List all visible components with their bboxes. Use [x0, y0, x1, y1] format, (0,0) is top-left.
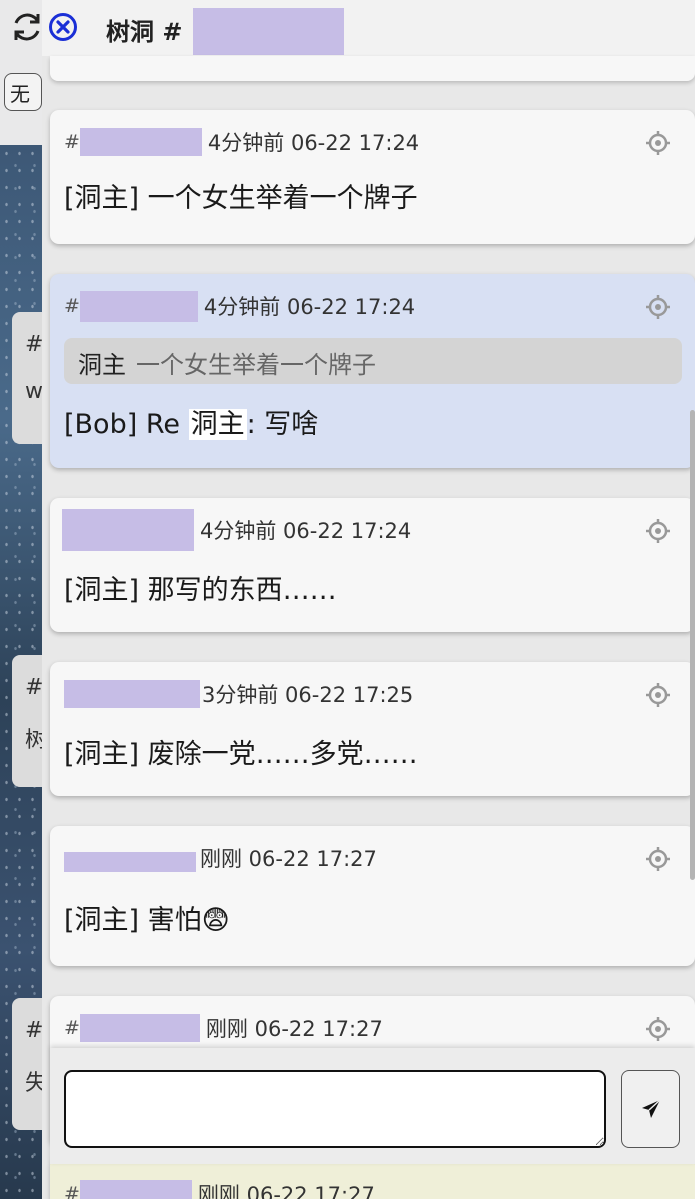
redaction-block: [64, 852, 196, 872]
reply-hash: #: [64, 131, 80, 153]
reply-time: 4分钟前 06-22 17:24: [203, 295, 416, 319]
reply-card[interactable]: 4分钟前 06-22 17:24 [洞主] 那写的东西……: [50, 498, 695, 632]
reply-card-highlighted[interactable]: # 4分钟前 06-22 17:24 洞主 一个女生举着一个牌子 [Bob] Re…: [50, 274, 695, 468]
reply-composer: [50, 1048, 695, 1164]
locate-icon[interactable]: [645, 130, 671, 156]
reply-text: [洞主] 害怕😨: [64, 905, 230, 936]
reply-meta: # 刚刚 06-22 17:27: [64, 1178, 664, 1199]
filter-chip[interactable]: 无: [4, 73, 42, 111]
redaction-block: [79, 1014, 200, 1042]
reply-hash: #: [64, 295, 80, 317]
reply-meta: # 4分钟前 06-22 17:24: [64, 126, 664, 158]
reply-text-suffix: : 写啥: [246, 409, 319, 440]
send-icon: [641, 1099, 661, 1118]
redaction-block: [79, 1180, 192, 1199]
quote-author: 洞主: [78, 351, 126, 379]
quote-text: 一个女生举着一个牌子: [136, 351, 376, 379]
reply-mention[interactable]: 洞主: [188, 409, 247, 440]
reply-meta: # 刚刚 06-22 17:27: [64, 1012, 664, 1044]
reply-text: [洞主] 一个女生举着一个牌子: [64, 183, 418, 214]
locate-icon[interactable]: [645, 1016, 671, 1042]
reply-card[interactable]: # 4分钟前 06-22 17:24 [洞主] 一个女生举着一个牌子: [50, 110, 695, 244]
reply-meta: 3分钟前 06-22 17:25: [64, 678, 664, 710]
reply-text: [洞主] 废除一党……多党……: [64, 739, 418, 770]
reply-card[interactable]: 3分钟前 06-22 17:25 [洞主] 废除一党……多党……: [50, 662, 695, 796]
quoted-reply[interactable]: 洞主 一个女生举着一个牌子: [64, 338, 682, 384]
reply-time: 刚刚 06-22 17:27: [200, 847, 377, 871]
redaction-block: [79, 128, 202, 156]
dialog-header: 树洞 #: [42, 0, 695, 56]
redaction-block: [193, 8, 344, 55]
redaction-block: [64, 680, 200, 708]
locate-icon[interactable]: [645, 682, 671, 708]
reply-time: 4分钟前 06-22 17:24: [207, 131, 420, 155]
reply-time: 刚刚 06-22 17:27: [205, 1017, 383, 1041]
previous-card[interactable]: [50, 56, 695, 81]
reply-text-prefix: [Bob] Re: [64, 409, 189, 440]
redaction-block: [79, 290, 198, 322]
reply-time: 3分钟前 06-22 17:25: [202, 683, 414, 707]
reply-meta: 刚刚 06-22 17:27: [64, 842, 664, 874]
close-icon[interactable]: [48, 12, 78, 42]
reply-hash: #: [64, 1017, 80, 1039]
reply-time: 刚刚 06-22 17:27: [197, 1183, 375, 1199]
locate-icon[interactable]: [645, 518, 671, 544]
reply-meta: 4分钟前 06-22 17:24: [62, 509, 664, 551]
reply-text: [洞主] 那写的东西……: [64, 575, 337, 606]
send-button[interactable]: [621, 1070, 680, 1148]
refresh-icon[interactable]: [10, 10, 44, 44]
dialog-title: 树洞 #: [106, 18, 183, 46]
reply-meta: # 4分钟前 06-22 17:24: [64, 290, 664, 322]
thread-dialog: 树洞 # # 4分钟前 06-22 17:24 [洞主] 一个女生举着一个牌子 …: [42, 0, 695, 1199]
reply-card[interactable]: 刚刚 06-22 17:27 [洞主] 害怕😨: [50, 826, 695, 966]
redaction-block: [62, 509, 194, 551]
reply-hash: #: [64, 1183, 80, 1199]
reply-input[interactable]: [64, 1070, 606, 1148]
locate-icon[interactable]: [645, 846, 671, 872]
locate-icon[interactable]: [645, 294, 671, 320]
reply-time: 4分钟前 06-22 17:24: [200, 519, 412, 543]
scrollbar[interactable]: [690, 410, 695, 880]
reply-text: [Bob] Re 洞主: 写啥: [64, 402, 318, 441]
